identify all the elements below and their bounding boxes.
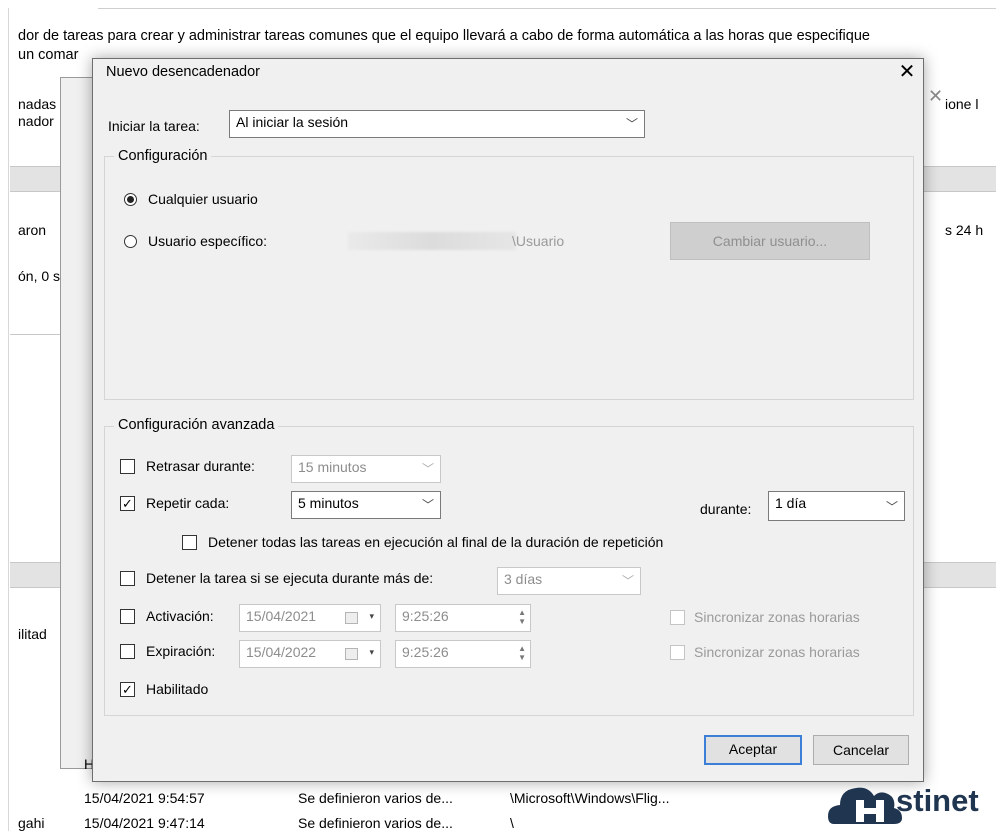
activation-date-value: 15/04/2021 — [246, 608, 317, 624]
repeat-checkbox[interactable]: ✓ — [120, 496, 135, 511]
chevron-down-icon: ▾ — [369, 647, 374, 657]
list-header-band-right — [922, 166, 996, 192]
expiration-sync-label: Sincronizar zonas horarias — [694, 644, 860, 660]
chevron-down-icon: ﹀ — [421, 498, 434, 512]
fragment-left-2: nador — [18, 113, 54, 129]
chevron-down-icon: ▾ — [369, 611, 374, 621]
spinner-icon: ▲ ▼ — [518, 644, 526, 662]
stop-if-value: 3 días — [504, 571, 543, 587]
chevron-down-icon: ﹀ — [625, 117, 638, 131]
start-task-value: Al iniciar la sesión — [236, 114, 349, 130]
chevron-down-icon: ﹀ — [885, 500, 898, 514]
delay-checkbox[interactable] — [120, 459, 135, 474]
close-icon[interactable]: ✕ — [894, 58, 920, 86]
delay-select[interactable]: 15 minutos ﹀ — [291, 455, 441, 483]
activation-checkbox[interactable] — [120, 609, 135, 624]
stop-if-select[interactable]: 3 días ﹀ — [497, 567, 641, 595]
expiration-time-value: 9:25:26 — [402, 644, 449, 660]
chevron-down-icon: ﹀ — [621, 574, 634, 588]
ok-button[interactable]: Aceptar — [704, 735, 802, 765]
activation-time-field[interactable]: 9:25:26 ▲ ▼ — [395, 604, 531, 632]
description-text: dor de tareas para crear y administrar t… — [18, 28, 870, 44]
list-item-path[interactable]: \ — [510, 815, 514, 831]
list-item-description[interactable]: Se definieron varios de... — [298, 790, 453, 806]
expiration-time-field[interactable]: 9:25:26 ▲ ▼ — [395, 640, 531, 668]
list-item-description[interactable]: Se definieron varios de... — [298, 815, 453, 831]
window-top-border — [98, 8, 996, 9]
advanced-group-title: Configuración avanzada — [114, 417, 279, 433]
background-close-icon: ✕ — [928, 86, 944, 106]
fragment-left-5: ilitad — [18, 626, 47, 642]
any-user-radio[interactable] — [124, 193, 137, 206]
activation-time-value: 9:25:26 — [402, 608, 449, 624]
cancel-button[interactable]: Cancelar — [813, 735, 909, 765]
delay-label: Retrasar durante: — [146, 458, 255, 474]
fragment-left-4: ón, 0 s — [18, 268, 61, 284]
start-task-label: Iniciar la tarea: — [108, 118, 200, 134]
stop-if-checkbox[interactable] — [120, 571, 135, 586]
activation-label: Activación: — [146, 608, 214, 624]
dialog-title: Nuevo desencadenador — [106, 64, 260, 80]
enabled-checkbox[interactable]: ✓ — [120, 682, 135, 697]
start-task-select[interactable]: Al iniciar la sesión ﹀ — [229, 110, 645, 138]
fragment-left-1: nadas — [18, 96, 57, 112]
repeat-select[interactable]: 5 minutos ﹀ — [291, 491, 441, 519]
enabled-label: Habilitado — [146, 681, 209, 697]
fragment-right-2: s 24 h — [945, 222, 984, 238]
description-text-line2: un comar — [18, 47, 79, 63]
calendar-icon — [345, 612, 358, 624]
window-left-border — [8, 8, 9, 831]
list-item-date[interactable]: 15/04/2021 9:54:57 — [84, 790, 205, 806]
stop-all-checkbox[interactable] — [182, 535, 197, 550]
any-user-label: Cualquier usuario — [148, 191, 258, 207]
expiration-label: Expiración: — [146, 643, 216, 659]
expiration-date-value: 15/04/2022 — [246, 644, 317, 660]
list-item-date[interactable]: 15/04/2021 9:47:14 — [84, 815, 205, 831]
activation-date-field[interactable]: 15/04/2021 ▾ — [239, 604, 381, 632]
fragment-right-1: ione l — [945, 96, 979, 112]
list-header-band-right-2 — [922, 562, 996, 588]
calendar-icon — [345, 648, 358, 660]
duration-select[interactable]: 1 día ﹀ — [768, 491, 905, 521]
duration-label: durante: — [700, 501, 752, 517]
hostinet-wordmark: stinet — [896, 783, 979, 818]
expiration-checkbox[interactable] — [120, 644, 135, 659]
activation-sync-checkbox[interactable] — [670, 610, 685, 625]
fragment-left-3: aron — [18, 222, 47, 238]
config-group-title: Configuración — [114, 148, 212, 164]
expiration-sync-checkbox[interactable] — [670, 645, 685, 660]
repeat-label: Repetir cada: — [146, 495, 230, 511]
stop-if-label: Detener la tarea si se ejecuta durante m… — [146, 570, 434, 586]
list-item-prefix: gahi — [18, 815, 45, 831]
expiration-date-field[interactable]: 15/04/2022 ▾ — [239, 640, 381, 668]
stop-all-label: Detener todas las tareas en ejecución al… — [208, 534, 664, 550]
activation-sync-label: Sincronizar zonas horarias — [694, 609, 860, 625]
specific-user-label: Usuario específico: — [148, 233, 268, 249]
specific-user-radio[interactable] — [124, 235, 137, 248]
duration-value: 1 día — [775, 495, 807, 511]
repeat-value: 5 minutos — [298, 495, 359, 511]
blurred-username — [348, 232, 516, 250]
chevron-down-icon: ﹀ — [421, 462, 434, 476]
list-item-path[interactable]: \Microsoft\Windows\Flig... — [510, 790, 669, 806]
delay-value: 15 minutos — [298, 459, 367, 475]
change-user-button[interactable]: Cambiar usuario... — [670, 222, 870, 260]
user-domain-text: \Usuario — [512, 233, 565, 249]
spinner-icon: ▲ ▼ — [518, 608, 526, 626]
